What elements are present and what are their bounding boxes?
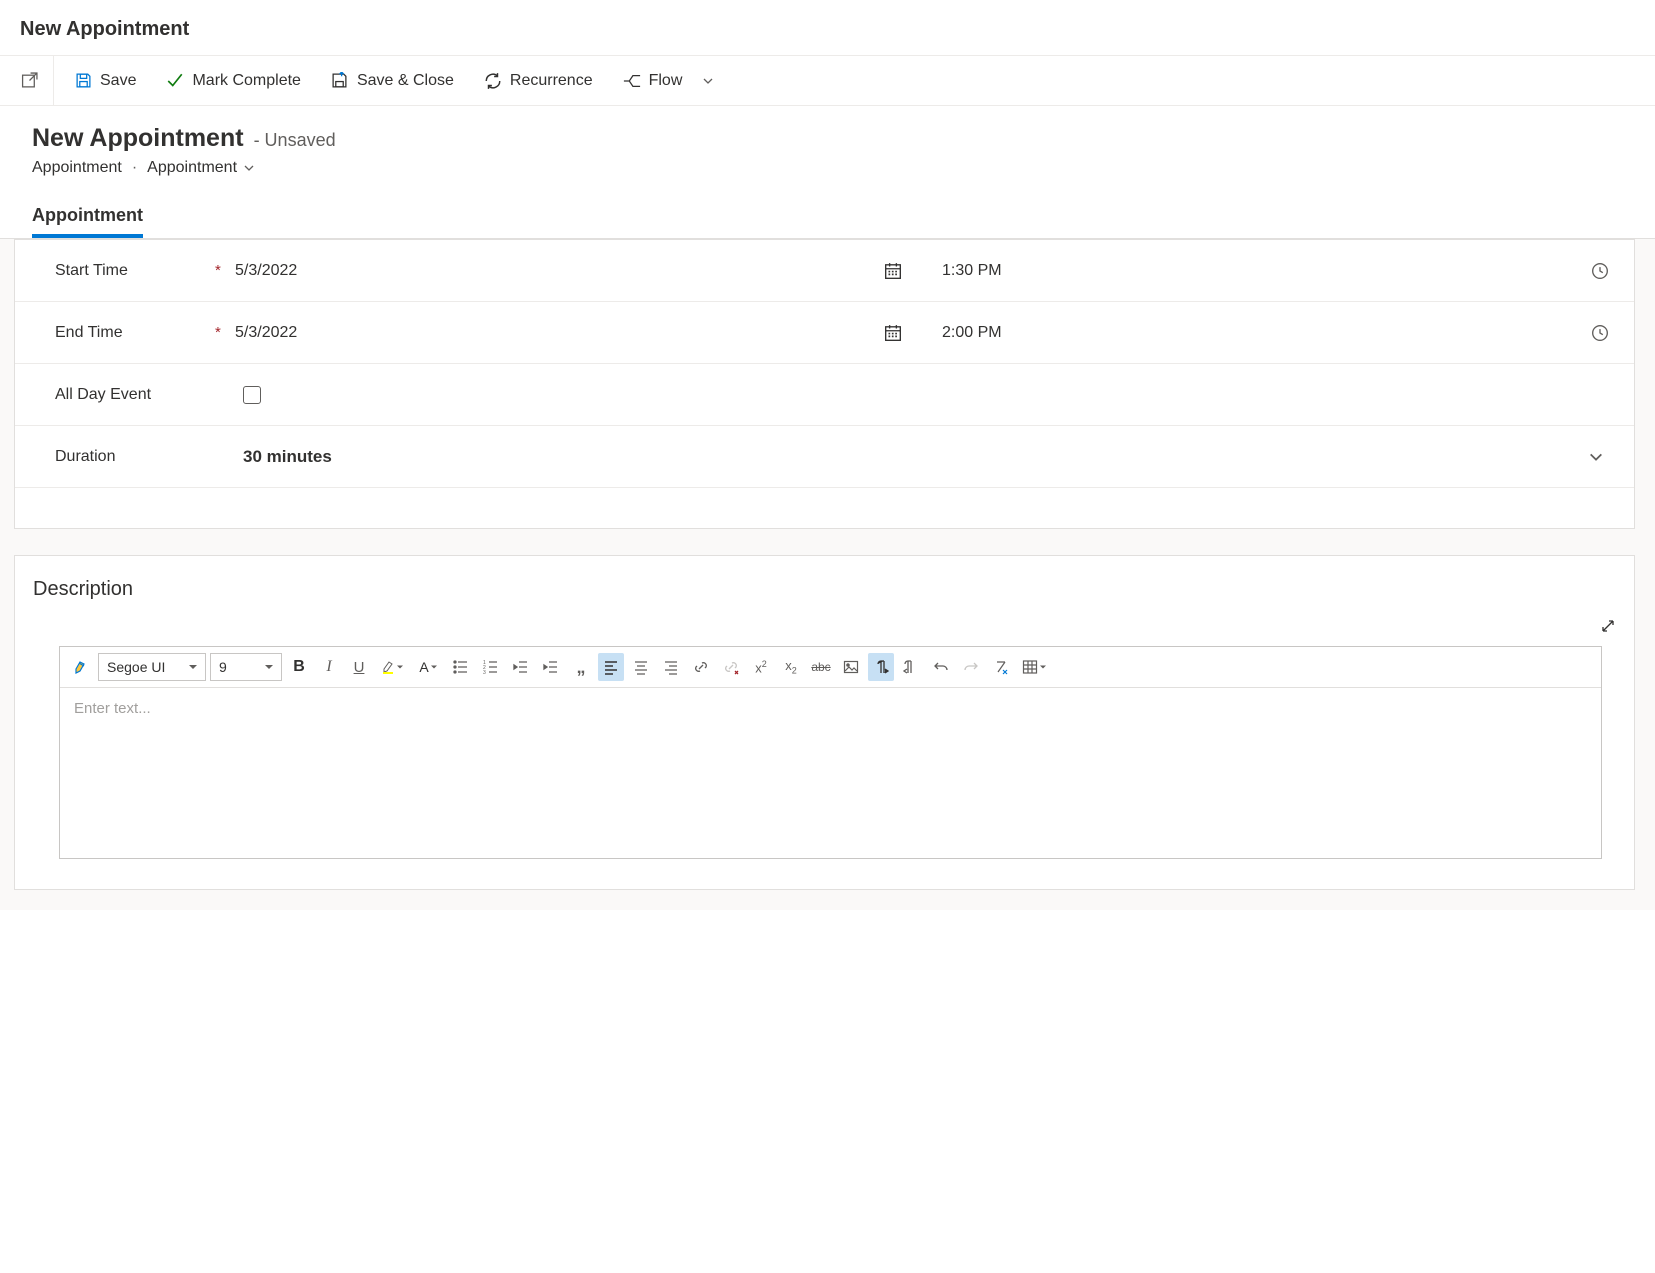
rich-text-editor: Segoe UI 9 B I U A: [59, 646, 1602, 859]
chevron-down-icon: [1588, 449, 1609, 465]
save-icon: [74, 72, 92, 90]
duration-select[interactable]: 30 minutes: [235, 447, 1609, 467]
bold-button[interactable]: B: [286, 653, 312, 681]
field-all-day: All Day Event: [15, 364, 1634, 426]
start-time-label: Start Time: [40, 262, 215, 280]
breadcrumb-entity: Appointment: [32, 159, 122, 177]
strikethrough-button[interactable]: abc: [808, 653, 834, 681]
duration-label: Duration: [40, 448, 215, 466]
page-title: New Appointment: [0, 0, 1655, 56]
flow-button[interactable]: Flow: [623, 56, 715, 105]
table-button[interactable]: [1018, 653, 1050, 681]
outdent-button[interactable]: [508, 653, 534, 681]
save-close-label: Save & Close: [357, 72, 454, 90]
flow-icon: [623, 72, 641, 90]
expand-icon[interactable]: [1600, 618, 1616, 634]
start-date-input[interactable]: 5/3/2022: [235, 262, 942, 280]
blockquote-button[interactable]: „: [568, 653, 594, 681]
start-time-input[interactable]: 1:30 PM: [942, 262, 1609, 280]
duration-value: 30 minutes: [243, 447, 332, 467]
all-day-label: All Day Event: [40, 386, 215, 404]
breadcrumb-sep: ·: [132, 159, 137, 177]
description-card: Description Segoe UI 9: [14, 555, 1635, 890]
clock-icon: [1591, 324, 1609, 342]
calendar-icon: [884, 324, 902, 342]
checkmark-icon: [166, 72, 184, 90]
breadcrumb-form-label: Appointment: [147, 159, 237, 177]
description-title: Description: [33, 578, 1616, 601]
divider: [53, 56, 54, 106]
all-day-checkbox[interactable]: [243, 386, 261, 404]
font-size-select[interactable]: 9: [210, 653, 282, 681]
popout-icon: [20, 72, 38, 90]
popout-button[interactable]: [20, 56, 38, 105]
start-time-value: 1:30 PM: [942, 262, 1002, 280]
chevron-down-icon: [243, 162, 255, 174]
align-center-button[interactable]: [628, 653, 654, 681]
save-close-icon: [331, 72, 349, 90]
highlight-button[interactable]: [376, 653, 408, 681]
rte-textarea[interactable]: Enter text...: [60, 688, 1601, 858]
breadcrumb: Appointment · Appointment: [32, 159, 1635, 177]
clock-icon: [1591, 262, 1609, 280]
font-size-value: 9: [219, 659, 227, 675]
recurrence-label: Recurrence: [510, 72, 593, 90]
mark-complete-label: Mark Complete: [192, 72, 300, 90]
form-header: New Appointment - Unsaved Appointment · …: [0, 106, 1655, 238]
form-body: Start Time * 5/3/2022 1:30 PM: [0, 238, 1655, 910]
indent-button[interactable]: [538, 653, 564, 681]
unlink-button[interactable]: [718, 653, 744, 681]
recurrence-button[interactable]: Recurrence: [484, 56, 593, 105]
flow-label: Flow: [649, 72, 683, 90]
subscript-button[interactable]: x2: [778, 653, 804, 681]
calendar-icon: [884, 262, 902, 280]
link-button[interactable]: [688, 653, 714, 681]
end-date-input[interactable]: 5/3/2022: [235, 324, 942, 342]
field-duration: Duration 30 minutes: [15, 426, 1634, 488]
clear-format-button[interactable]: [988, 653, 1014, 681]
recurrence-icon: [484, 72, 502, 90]
save-label: Save: [100, 72, 136, 90]
image-button[interactable]: [838, 653, 864, 681]
save-close-button[interactable]: Save & Close: [331, 56, 454, 105]
form-title: New Appointment: [32, 124, 244, 153]
rte-placeholder: Enter text...: [74, 700, 151, 717]
start-date-value: 5/3/2022: [235, 262, 297, 280]
command-bar: Save Mark Complete Save & Close Recurren…: [0, 56, 1655, 106]
ltr-button[interactable]: [868, 653, 894, 681]
italic-button[interactable]: I: [316, 653, 342, 681]
save-button[interactable]: Save: [74, 56, 136, 105]
chevron-down-icon: [702, 75, 714, 87]
font-family-value: Segoe UI: [107, 659, 165, 675]
undo-button[interactable]: [928, 653, 954, 681]
svg-text:3: 3: [483, 670, 486, 675]
tab-bar: Appointment: [32, 205, 1635, 238]
mark-complete-button[interactable]: Mark Complete: [166, 56, 300, 105]
field-start-time: Start Time * 5/3/2022 1:30 PM: [15, 240, 1634, 302]
required-marker: *: [215, 324, 235, 341]
end-date-value: 5/3/2022: [235, 324, 297, 342]
unsaved-status: - Unsaved: [254, 130, 336, 151]
font-family-select[interactable]: Segoe UI: [98, 653, 206, 681]
breadcrumb-form-selector[interactable]: Appointment: [147, 159, 255, 177]
align-right-button[interactable]: [658, 653, 684, 681]
end-time-input[interactable]: 2:00 PM: [942, 324, 1609, 342]
underline-button[interactable]: U: [346, 653, 372, 681]
superscript-button[interactable]: x2: [748, 653, 774, 681]
bullet-list-button[interactable]: [448, 653, 474, 681]
tab-appointment[interactable]: Appointment: [32, 205, 143, 238]
rtl-button[interactable]: [898, 653, 924, 681]
field-end-time: End Time * 5/3/2022 2:00 PM: [15, 302, 1634, 364]
end-time-value: 2:00 PM: [942, 324, 1002, 342]
required-marker: *: [215, 262, 235, 279]
font-color-button[interactable]: A: [412, 653, 444, 681]
end-time-label: End Time: [40, 324, 215, 342]
number-list-button[interactable]: 123: [478, 653, 504, 681]
format-painter-button[interactable]: [68, 653, 94, 681]
redo-button[interactable]: [958, 653, 984, 681]
fields-card: Start Time * 5/3/2022 1:30 PM: [14, 239, 1635, 529]
spacer: [15, 488, 1634, 528]
align-left-button[interactable]: [598, 653, 624, 681]
rte-toolbar: Segoe UI 9 B I U A: [60, 647, 1601, 688]
